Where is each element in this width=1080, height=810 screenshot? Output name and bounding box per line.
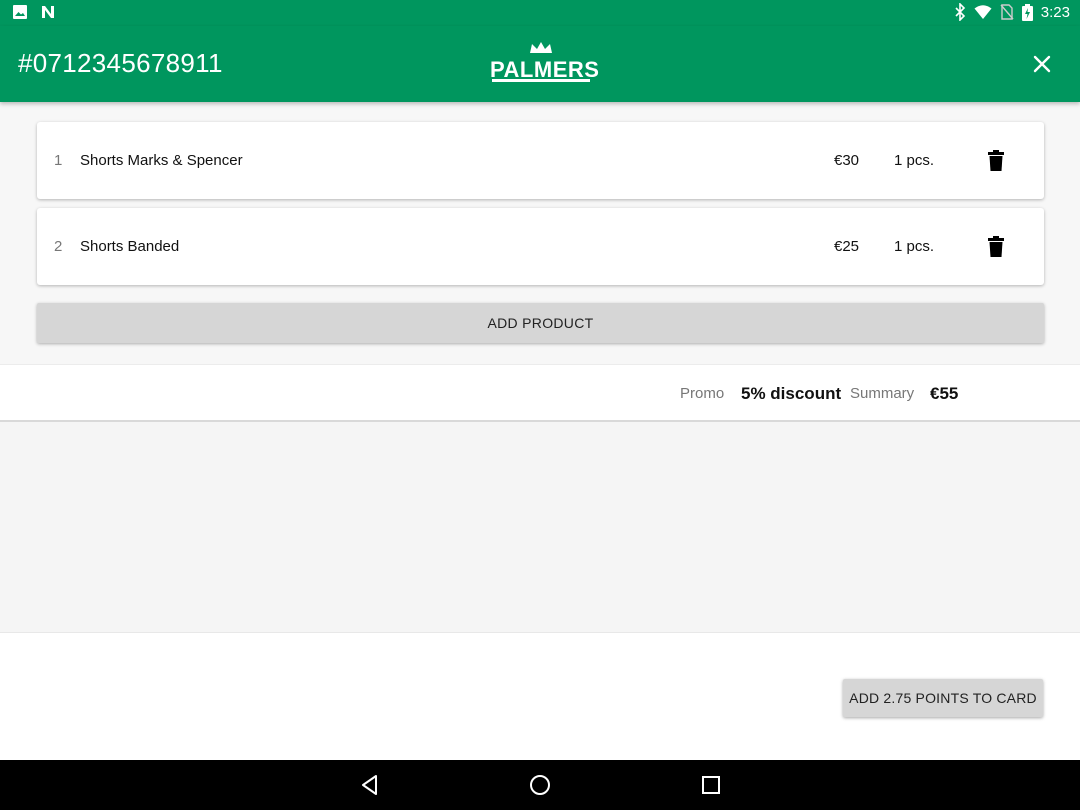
empty-area	[0, 424, 1080, 632]
home-icon	[530, 775, 550, 795]
product-index: 1	[54, 152, 63, 169]
product-quantity[interactable]: 1 pcs.	[894, 152, 934, 169]
battery-charging-icon	[1021, 3, 1033, 21]
add-product-button[interactable]: ADD PRODUCT	[37, 303, 1044, 343]
image-icon	[12, 4, 28, 20]
product-name: Shorts Marks & Spencer	[80, 152, 243, 169]
add-points-button[interactable]: ADD 2.75 POINTS TO CARD	[843, 679, 1043, 717]
product-list: 1 Shorts Marks & Spencer €30 1 pcs. 2 Sh…	[0, 102, 1080, 364]
recents-icon	[702, 776, 720, 794]
product-price: €30	[834, 152, 860, 169]
promo-value: 5% discount	[741, 384, 842, 403]
crown-icon	[530, 42, 552, 53]
status-bar-system: 3:23	[954, 3, 1070, 21]
product-quantity[interactable]: 1 pcs.	[894, 238, 934, 255]
n-notification-icon	[40, 4, 56, 20]
bluetooth-icon	[954, 3, 966, 21]
status-bar: 3:23	[0, 0, 1080, 26]
summary-bar: Promo 5% discount Summary €55	[0, 364, 1080, 422]
back-icon	[362, 775, 377, 795]
summary-label: Summary	[850, 385, 915, 402]
delete-button[interactable]	[987, 150, 1005, 171]
app-bar: #0712345678911 PALMERS	[0, 26, 1080, 102]
page-title: #0712345678911	[18, 48, 223, 78]
product-name: Shorts Banded	[80, 238, 180, 255]
trash-icon	[988, 236, 1004, 257]
summary-total: €55	[930, 384, 959, 403]
recents-button[interactable]	[699, 773, 723, 797]
footer: ADD 2.75 POINTS TO CARD	[0, 632, 1080, 760]
close-button[interactable]	[1028, 50, 1056, 78]
no-sim-icon	[1000, 4, 1014, 20]
product-row: 2 Shorts Banded €25 1 pcs.	[37, 208, 1044, 285]
product-index: 2	[54, 238, 63, 255]
home-button[interactable]	[528, 773, 552, 797]
back-button[interactable]	[358, 773, 382, 797]
delete-button[interactable]	[987, 236, 1005, 257]
close-icon	[1033, 55, 1051, 73]
status-bar-notifications	[12, 4, 56, 20]
system-nav-bar	[0, 760, 1080, 810]
palmers-logo: PALMERS	[490, 41, 599, 86]
promo-label: Promo	[680, 385, 725, 402]
wifi-icon	[974, 4, 992, 20]
logo-underline	[492, 79, 590, 82]
product-price: €25	[834, 238, 860, 255]
product-row: 1 Shorts Marks & Spencer €30 1 pcs.	[37, 122, 1044, 199]
status-time: 3:23	[1040, 3, 1070, 21]
trash-icon	[988, 150, 1004, 171]
